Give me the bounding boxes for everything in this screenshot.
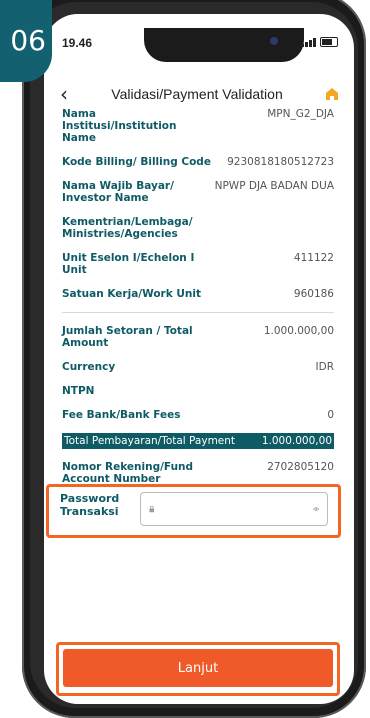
detail-value: MPN_G2_DJA [267,108,334,120]
page-title: Validasi/Payment Validation [111,86,283,102]
total-value: 1.000.000,00 [261,435,332,447]
detail-row: Kementrian/Lembaga/ Ministries/Agencies [62,216,334,240]
payment-label: Jumlah Setoran / Total Amount [62,325,193,349]
payment-row: Fee Bank/Bank Fees 0 [62,409,334,421]
detail-row: Unit Eselon I/Echelon I Unit 411122 [62,252,334,276]
status-icons [301,37,338,47]
payment-row: Currency IDR [62,361,334,373]
status-time: 19.46 [62,36,93,50]
payment-label: Fee Bank/Bank Fees [62,409,181,421]
payment-row: NTPN [62,385,334,397]
payment-row: Jumlah Setoran / Total Amount 1.000.000,… [62,325,334,349]
detail-value: 411122 [293,252,334,264]
password-input[interactable] [160,502,307,516]
app-header: ‹ Validasi/Payment Validation [44,76,354,112]
detail-row: Nama Wajib Bayar/ Investor Name NPWP DJA… [62,180,334,204]
back-icon[interactable]: ‹ [44,82,84,106]
lock-icon [149,505,155,513]
step-badge: 06 [0,0,52,82]
notch [144,28,304,62]
payment-label: NTPN [62,385,95,397]
password-field[interactable] [140,492,328,526]
divider [62,312,334,313]
details-list: Nama Institusi/Institution Name MPN_G2_D… [62,108,334,497]
payment-label: Currency [62,361,116,373]
payment-value: 0 [327,409,334,421]
detail-label: Kementrian/Lembaga/ Ministries/Agencies [62,216,193,240]
detail-label: Unit Eselon I/Echelon I Unit [62,252,195,276]
payment-value: 1.000.000,00 [263,325,334,337]
battery-icon [320,37,338,47]
continue-button[interactable]: Lanjut [63,649,333,687]
detail-label: Satuan Kerja/Work Unit [62,288,201,300]
account-value: 2702805120 [267,461,334,473]
detail-row: Nama Institusi/Institution Name MPN_G2_D… [62,108,334,144]
camera-icon [270,37,278,45]
detail-row: Kode Billing/ Billing Code 9230818180512… [62,156,334,168]
payment-value: IDR [315,361,334,373]
detail-label: Nama Wajib Bayar/ Investor Name [62,180,174,204]
detail-value: 9230818180512723 [227,156,334,168]
detail-label: Nama Institusi/Institution Name [62,108,177,144]
detail-row: Satuan Kerja/Work Unit 960186 [62,288,334,300]
password-label: Password Transaksi [60,492,120,518]
account-label: Nomor Rekening/Fund Account Number [62,461,194,485]
eye-icon[interactable] [312,504,319,514]
detail-value: 960186 [293,288,334,300]
signal-icon [301,38,316,47]
detail-label: Kode Billing/ Billing Code [62,156,211,168]
total-payment-row: Total Pembayaran/Total Payment 1.000.000… [62,433,334,449]
account-row: Nomor Rekening/Fund Account Number 27028… [62,461,334,485]
home-icon[interactable] [310,86,354,102]
detail-value: NPWP DJA BADAN DUA [214,180,334,192]
total-label: Total Pembayaran/Total Payment [64,435,236,447]
